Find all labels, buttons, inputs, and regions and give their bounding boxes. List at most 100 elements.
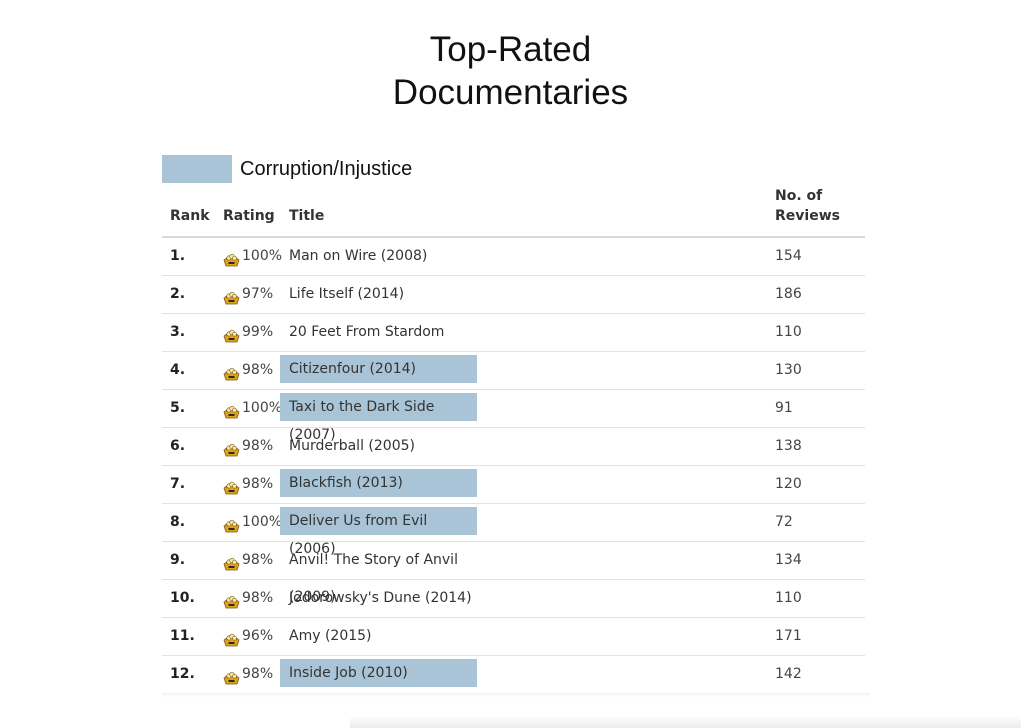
popcorn-icon: [223, 283, 240, 304]
rating-cell: 98%: [223, 542, 273, 579]
documentaries-table: Rank Rating Title No. of Reviews 1. 100% M…: [162, 186, 865, 694]
rating-cell: 98%: [223, 428, 273, 465]
column-header-reviews-line-2: Reviews: [775, 208, 840, 224]
table-row: 8. 100% Deliver Us from Evil (2006) 72: [162, 504, 865, 557]
popcorn-icon: [223, 321, 240, 342]
rating-value: 100%: [242, 248, 283, 264]
title-cell: Amy (2015): [289, 628, 372, 644]
popcorn-icon: [223, 625, 240, 646]
title-cell: Jodorowsky's Dune (2014): [289, 590, 472, 606]
table-row: 1. 100% Man on Wire (2008) 154: [162, 238, 865, 276]
reviews-cell: 186: [775, 286, 802, 302]
legend: Corruption/Injustice: [162, 155, 412, 183]
rating-value: 99%: [242, 324, 274, 340]
title-cell: Citizenfour (2014): [280, 355, 477, 383]
title-cell: Blackfish (2013): [280, 469, 477, 497]
rank-cell: 6.: [170, 438, 186, 454]
column-header-reviews: No. of Reviews: [775, 186, 865, 226]
reviews-cell: 130: [775, 362, 802, 378]
reviews-cell: 171: [775, 628, 802, 644]
table-row: 7. 98% Blackfish (2013) 120: [162, 466, 865, 504]
reviews-cell: 142: [775, 666, 802, 682]
rating-value: 98%: [242, 666, 274, 682]
popcorn-icon: [223, 435, 240, 456]
popcorn-icon: [223, 359, 240, 380]
popcorn-icon: [223, 397, 240, 418]
rating-value: 98%: [242, 438, 274, 454]
table-row: 5. 100% Taxi to the Dark Side (2007) 91: [162, 390, 865, 443]
table-shadow: [162, 693, 870, 697]
rating-cell: 98%: [223, 352, 273, 389]
rating-cell: 97%: [223, 276, 273, 313]
title-cell: Man on Wire (2008): [289, 248, 428, 264]
popcorn-icon: [223, 245, 240, 266]
legend-label: Corruption/Injustice: [240, 157, 413, 180]
rating-cell: 98%: [223, 466, 273, 503]
reviews-cell: 110: [775, 590, 802, 606]
rank-cell: 11.: [170, 628, 195, 644]
title-cell: 20 Feet From Stardom (2013): [289, 324, 445, 377]
rating-value: 98%: [242, 362, 274, 378]
rating-value: 98%: [242, 552, 274, 568]
rank-cell: 10.: [170, 590, 195, 606]
reviews-cell: 72: [775, 514, 793, 530]
rating-value: 100%: [242, 400, 283, 416]
reviews-cell: 110: [775, 324, 802, 340]
reviews-cell: 134: [775, 552, 802, 568]
table-row: 10. 98% Jodorowsky's Dune (2014) 110: [162, 580, 865, 618]
rating-value: 96%: [242, 628, 274, 644]
table-row: 12. 98% Inside Job (2010) 142: [162, 656, 865, 694]
table-row: 9. 98% Anvil! The Story of Anvil (2009) 134: [162, 542, 865, 605]
title-cell: Life Itself (2014): [289, 286, 405, 302]
reviews-cell: 120: [775, 476, 802, 492]
rank-cell: 9.: [170, 552, 186, 568]
rating-cell: 100%: [223, 390, 282, 427]
page-title-line-2: Documentaries: [392, 73, 629, 112]
table-row: 4. 98% Citizenfour (2014) 130: [162, 352, 865, 390]
rating-value: 98%: [242, 476, 274, 492]
column-header-rank: Rank: [170, 208, 210, 224]
rank-cell: 2.: [170, 286, 186, 302]
bottom-edge-shadow: [350, 716, 1021, 728]
legend-swatch: [162, 155, 232, 183]
title-cell: Murderball (2005): [289, 438, 415, 454]
rank-cell: 3.: [170, 324, 186, 340]
page-title: Top-Rated Documentaries: [0, 28, 1021, 114]
reviews-cell: 138: [775, 438, 802, 454]
popcorn-icon: [223, 473, 240, 494]
reviews-cell: 91: [775, 400, 793, 416]
table-row: 6. 98% Murderball (2005) 138: [162, 428, 865, 466]
table-row: 11. 96% Amy (2015) 171: [162, 618, 865, 656]
title-cell: Anvil! The Story of Anvil (2009): [289, 552, 458, 605]
rating-cell: 96%: [223, 618, 273, 655]
rating-cell: 100%: [223, 504, 282, 541]
popcorn-icon: [223, 511, 240, 532]
rank-cell: 7.: [170, 476, 186, 492]
popcorn-icon: [223, 549, 240, 570]
rating-value: 97%: [242, 286, 274, 302]
page-title-line-1: Top-Rated: [429, 30, 592, 69]
rating-value: 100%: [242, 514, 283, 530]
rank-cell: 5.: [170, 400, 186, 416]
popcorn-icon: [223, 587, 240, 608]
table-body: 1. 100% Man on Wire (2008) 154 2. 97% Life Its…: [162, 238, 865, 694]
rank-cell: 4.: [170, 362, 186, 378]
rating-cell: 98%: [223, 656, 273, 693]
table-header: Rank Rating Title No. of Reviews: [162, 186, 865, 238]
column-header-title: Title: [289, 208, 325, 224]
table-row: 3. 99% 20 Feet From Stardom (2013) 110: [162, 314, 865, 377]
column-header-reviews-line-1: No. of: [775, 188, 823, 204]
rating-cell: 98%: [223, 580, 273, 617]
popcorn-icon: [223, 663, 240, 684]
column-header-rating: Rating: [223, 208, 275, 224]
rating-value: 98%: [242, 590, 274, 606]
rank-cell: 12.: [170, 666, 195, 682]
rating-cell: 99%: [223, 314, 273, 351]
rating-cell: 100%: [223, 238, 282, 275]
rank-cell: 1.: [170, 248, 186, 264]
title-cell: Deliver Us from Evil (2006): [280, 507, 477, 557]
table-row: 2. 97% Life Itself (2014) 186: [162, 276, 865, 314]
title-cell: Taxi to the Dark Side (2007): [280, 393, 477, 443]
reviews-cell: 154: [775, 248, 802, 264]
title-cell: Inside Job (2010): [280, 659, 477, 687]
